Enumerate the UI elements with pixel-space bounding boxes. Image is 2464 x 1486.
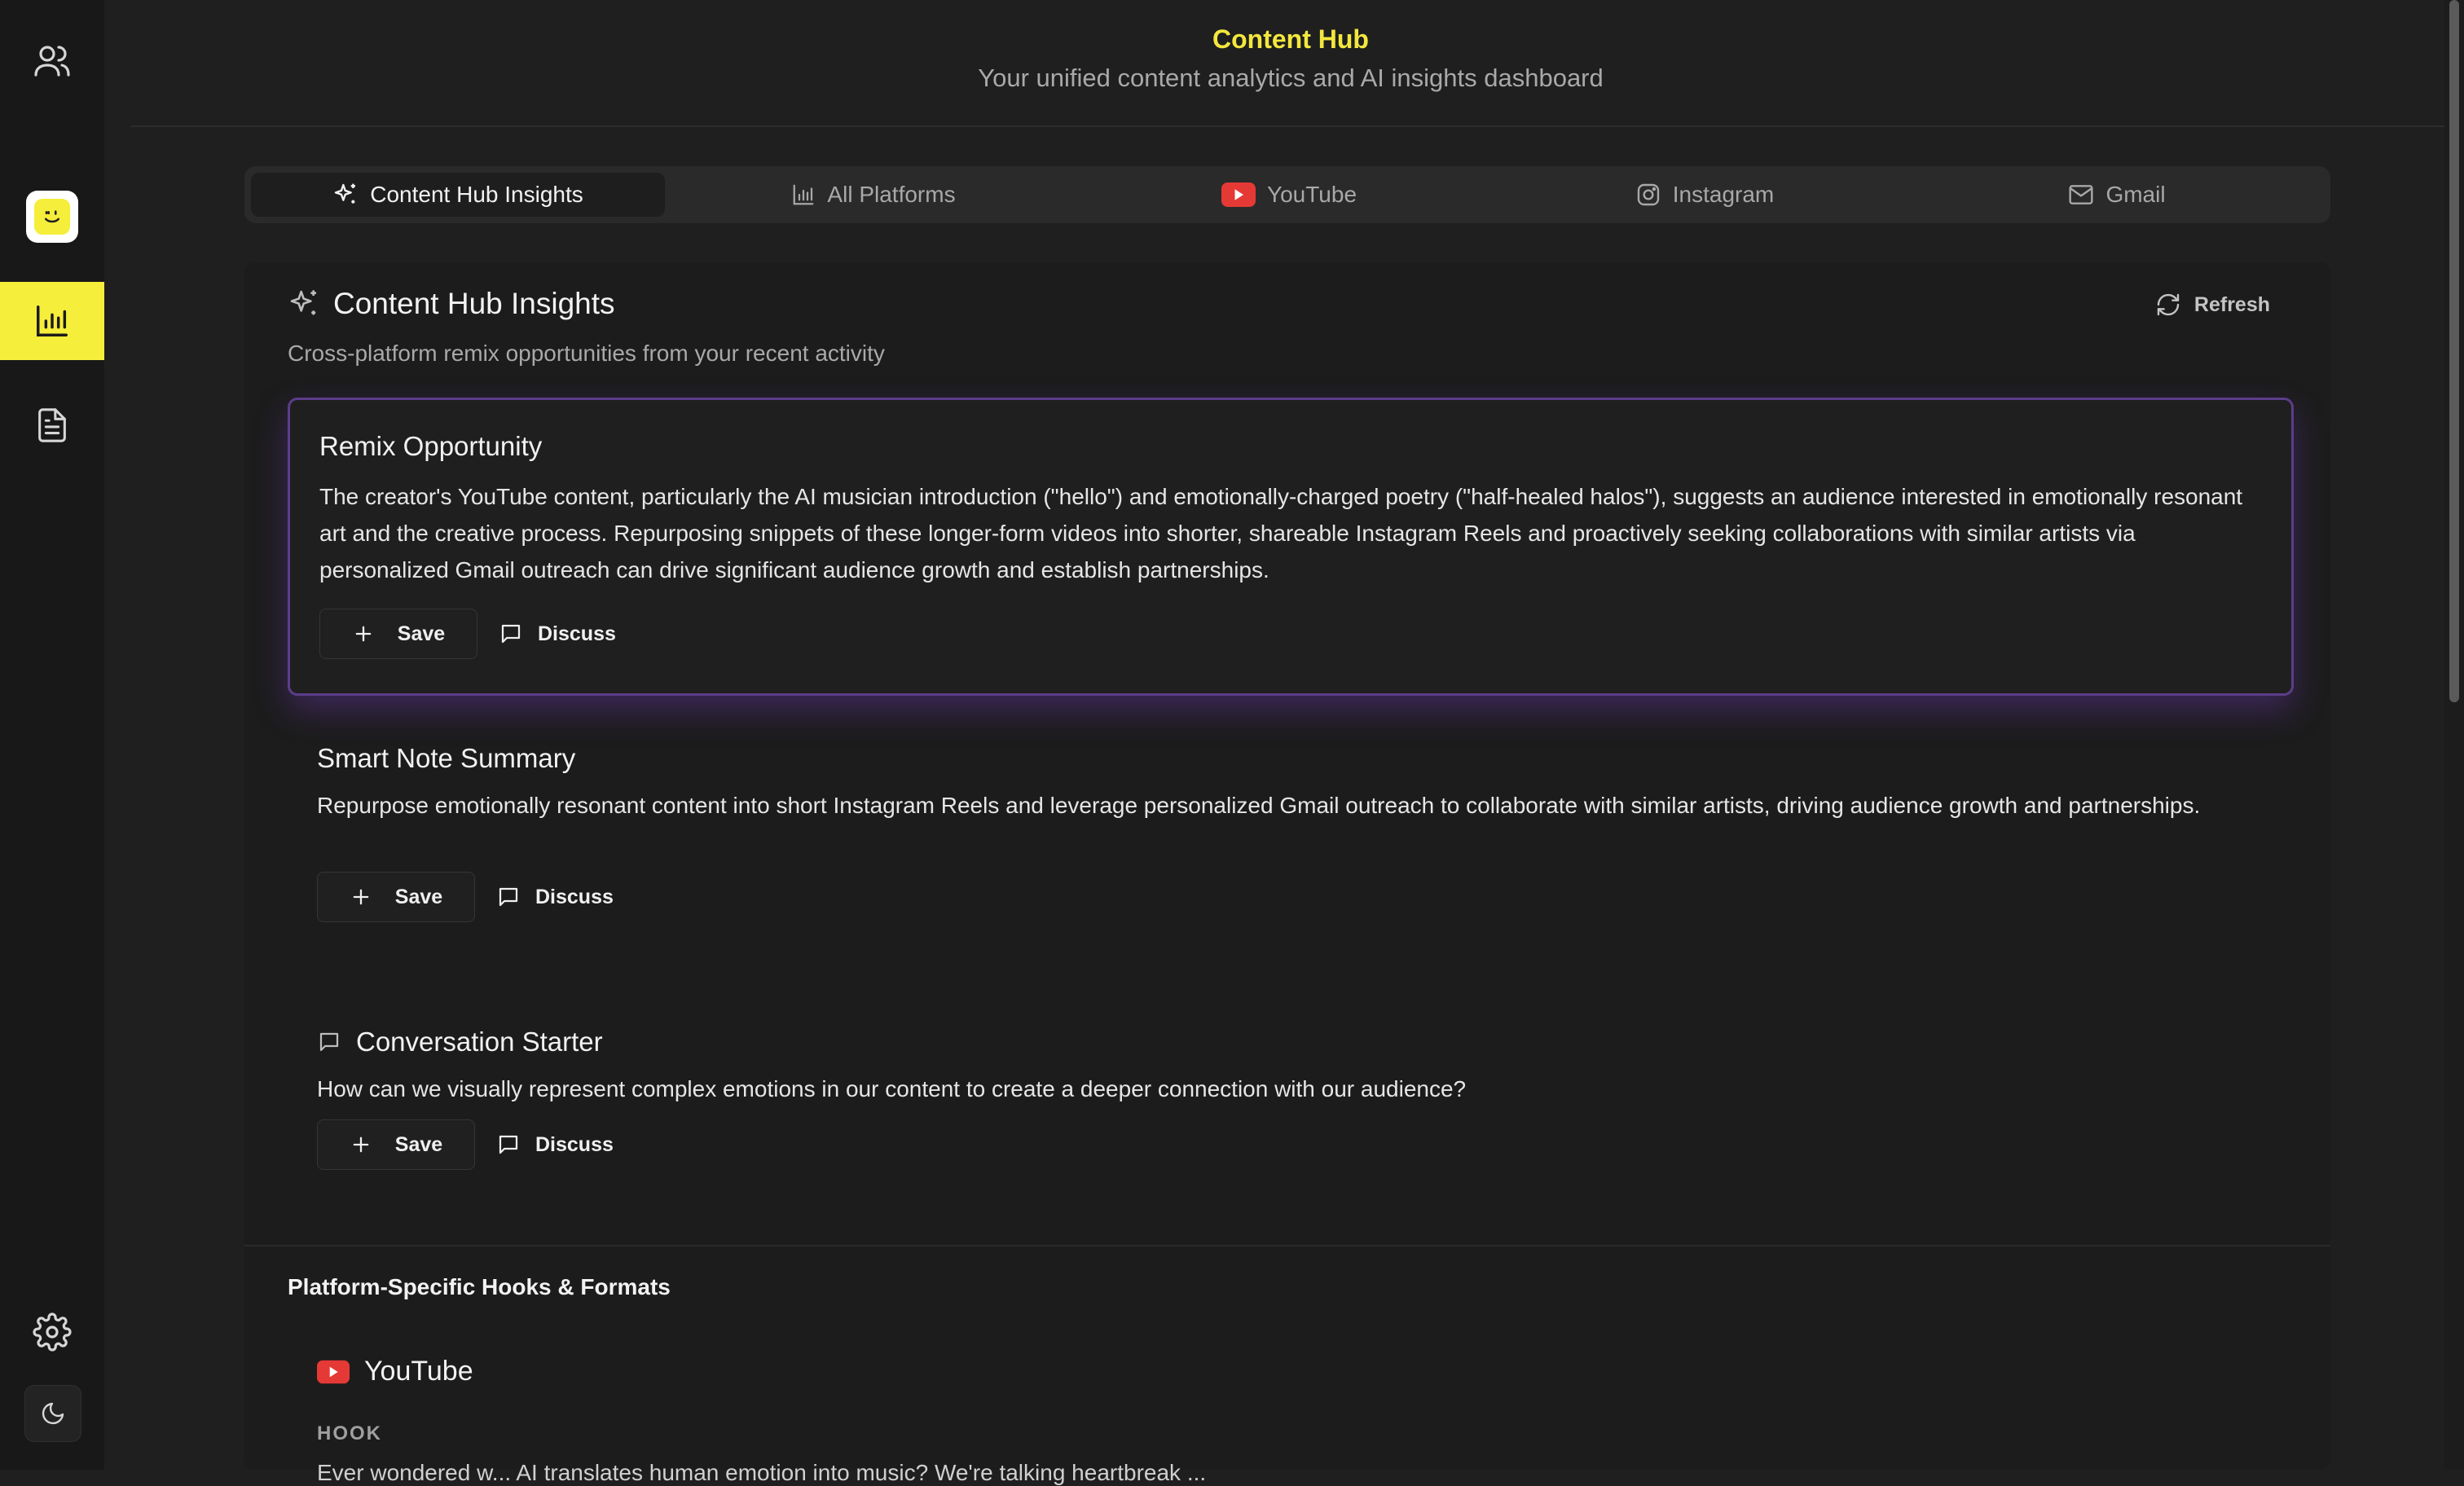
discuss-label: Discuss bbox=[535, 1132, 614, 1156]
gear-icon bbox=[33, 1312, 72, 1352]
tab-youtube[interactable]: YouTube bbox=[1082, 173, 1496, 217]
plus-icon bbox=[353, 889, 369, 905]
smiley-logo-icon bbox=[34, 199, 70, 235]
bar-chart-icon bbox=[794, 184, 814, 205]
remix-opportunity-card: Remix Opportunity The creator's YouTube … bbox=[288, 398, 2294, 696]
discuss-button[interactable]: Discuss bbox=[496, 885, 614, 909]
hook-text: Ever wondered w... AI translates human e… bbox=[317, 1460, 1207, 1485]
save-label: Save bbox=[394, 885, 443, 908]
tab-all-platforms[interactable]: All Platforms bbox=[667, 173, 1080, 217]
save-button[interactable]: Save bbox=[317, 1119, 475, 1170]
moon-icon bbox=[42, 1402, 64, 1425]
youtube-icon bbox=[317, 1360, 350, 1383]
youtube-icon bbox=[1221, 182, 1256, 207]
document-icon bbox=[38, 408, 66, 442]
card-title: Remix Opportunity bbox=[319, 431, 543, 461]
discuss-button[interactable]: Discuss bbox=[499, 622, 616, 646]
save-button[interactable]: Save bbox=[319, 609, 477, 659]
page-title: Content Hub bbox=[1212, 24, 1369, 54]
save-label: Save bbox=[397, 622, 446, 645]
refresh-label: Refresh bbox=[2193, 292, 2270, 316]
chat-icon bbox=[499, 887, 518, 907]
chat-icon bbox=[499, 1135, 518, 1154]
tab-instagram[interactable]: Instagram bbox=[1498, 173, 1912, 217]
sparkle-icon bbox=[290, 290, 316, 315]
scrollbar[interactable] bbox=[2444, 0, 2464, 1470]
card-body: The creator's YouTube content, particula… bbox=[319, 484, 2243, 583]
card-body: Repurpose emotionally resonant content i… bbox=[317, 793, 2201, 818]
insights-panel: Content Hub Insights Cross-platform remi… bbox=[244, 262, 2330, 1485]
bar-chart-icon bbox=[37, 306, 68, 336]
section-divider bbox=[244, 1245, 2330, 1246]
sidebar bbox=[0, 0, 104, 1470]
page-header: Content Hub Your unified content analyti… bbox=[130, 0, 2451, 127]
tab-label: YouTube bbox=[1266, 182, 1357, 207]
chat-icon bbox=[319, 1032, 339, 1052]
section-title-text: Content Hub Insights bbox=[333, 287, 615, 320]
discuss-button[interactable]: Discuss bbox=[496, 1132, 614, 1157]
app-logo[interactable] bbox=[26, 191, 78, 243]
card-actions: Save Discuss bbox=[319, 609, 616, 659]
tab-content-hub-insights[interactable]: Content Hub Insights bbox=[251, 173, 665, 217]
sidebar-item-settings[interactable] bbox=[0, 1293, 104, 1371]
platform-name: YouTube bbox=[364, 1356, 473, 1387]
sparkle-icon bbox=[335, 183, 356, 204]
card-title: Smart Note Summary bbox=[317, 743, 576, 773]
sidebar-item-analytics[interactable] bbox=[0, 282, 104, 360]
users-icon bbox=[34, 46, 70, 77]
hook-label: HOOK bbox=[317, 1422, 382, 1444]
discuss-label: Discuss bbox=[538, 622, 616, 645]
section-title: Content Hub Insights bbox=[288, 287, 615, 321]
refresh-icon bbox=[2157, 293, 2180, 316]
tab-label: Instagram bbox=[1672, 182, 1775, 207]
tab-label: Gmail bbox=[2105, 182, 2166, 207]
section-subtitle: Cross-platform remix opportunities from … bbox=[288, 341, 885, 366]
card-title: Conversation Starter bbox=[356, 1027, 603, 1057]
refresh-button[interactable]: Refresh bbox=[2155, 292, 2270, 318]
theme-toggle-button[interactable] bbox=[24, 1385, 81, 1442]
card-body: How can we visually represent complex em… bbox=[317, 1076, 1467, 1101]
mail-icon bbox=[2069, 185, 2093, 204]
card-title-row: Conversation Starter bbox=[317, 1027, 603, 1057]
tab-label: Content Hub Insights bbox=[370, 182, 583, 207]
plus-icon bbox=[353, 1136, 369, 1153]
tab-gmail[interactable]: Gmail bbox=[1910, 173, 2324, 217]
save-button[interactable]: Save bbox=[317, 872, 475, 922]
smart-note-summary-card: Smart Note Summary Repurpose emotionally… bbox=[288, 743, 2289, 979]
instagram-icon bbox=[1637, 183, 1659, 206]
scrollbar-thumb[interactable] bbox=[2449, 0, 2459, 702]
plus-icon bbox=[355, 626, 372, 642]
sidebar-item-documents[interactable] bbox=[0, 386, 104, 464]
card-actions: Save Discuss bbox=[317, 872, 614, 922]
tab-label: All Platforms bbox=[827, 182, 956, 207]
save-label: Save bbox=[394, 1132, 443, 1156]
hooks-section-title: Platform-Specific Hooks & Formats bbox=[288, 1274, 671, 1299]
conversation-starter-card: Conversation Starter How can we visually… bbox=[288, 1027, 2289, 1230]
discuss-label: Discuss bbox=[535, 885, 614, 908]
page-subtitle: Your unified content analytics and AI in… bbox=[978, 64, 1604, 92]
chat-icon bbox=[501, 624, 521, 644]
card-actions: Save Discuss bbox=[317, 1119, 614, 1170]
hooks-platform-title: YouTube bbox=[317, 1356, 473, 1387]
sidebar-item-users[interactable] bbox=[0, 21, 104, 99]
tab-bar: Content Hub Insights All Platforms YouTu… bbox=[244, 166, 2330, 223]
